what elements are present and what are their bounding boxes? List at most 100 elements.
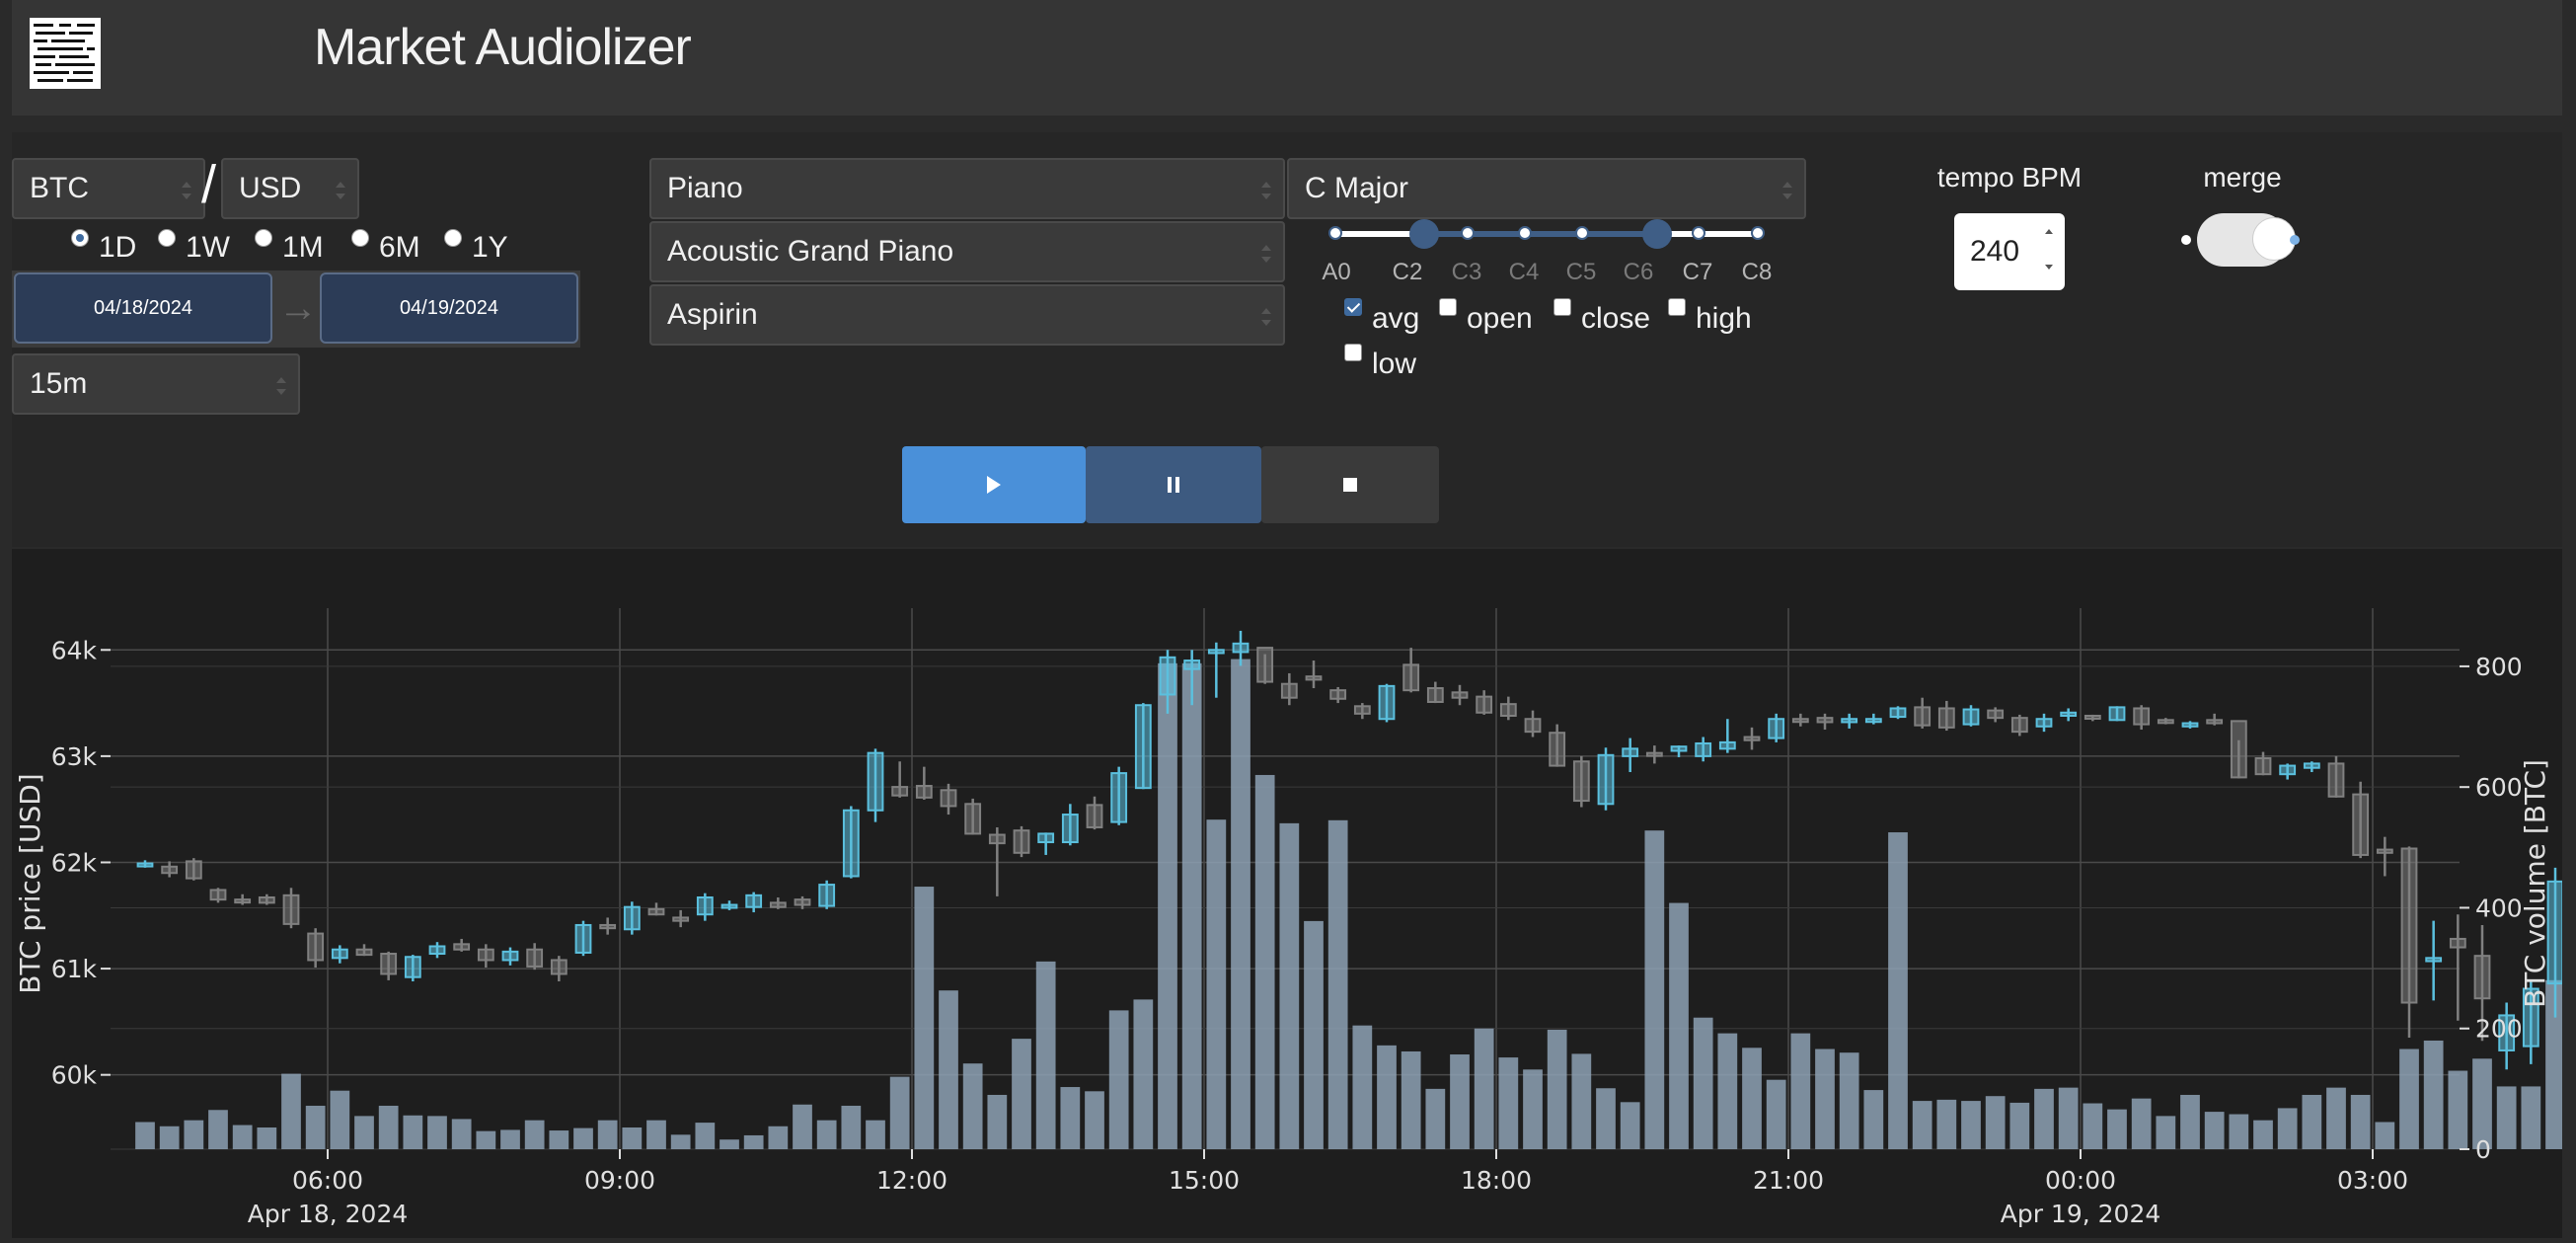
candle-body [1402,663,1420,692]
candle-body [1768,718,1785,739]
scale-select[interactable]: C Major [1287,158,1806,219]
quote-currency-select[interactable]: USD [221,158,359,219]
spin-up-icon[interactable] [2045,229,2053,234]
base-currency-select[interactable]: BTC [12,158,205,219]
volume-bar [2156,1116,2176,1149]
candle-body [1816,717,1834,724]
y2-axis-title: BTC volume [BTC] [2519,759,2551,1008]
style-select[interactable]: Aspirin [649,284,1285,346]
volume-bar [1863,1090,1884,1149]
candle-body [867,751,884,812]
volume-bar [1717,1033,1738,1149]
candle-body [2010,717,2028,734]
play-button[interactable] [902,446,1086,523]
note-label-c8: C8 [1741,259,1773,285]
x-tick-label: 18:00 [1461,1166,1532,1195]
volume-bar [2009,1102,2030,1149]
volume-bar [281,1073,301,1149]
volume-bar [1742,1048,1762,1149]
volume-bar [939,990,958,1149]
candle-body [526,948,544,968]
volume-bar [1352,1025,1373,1149]
spin-down-icon[interactable] [2045,265,2053,270]
volume-bar [1327,819,1348,1149]
candle-body [1329,689,1347,700]
volume-bar [1035,961,1056,1149]
slider-mark[interactable] [1518,226,1532,240]
volume-bar [1206,819,1227,1149]
candle-body [453,943,471,951]
checkbox[interactable] [1344,298,1362,316]
volume-bar [2131,1098,2152,1149]
price-volume-chart[interactable]: 60k 61k 62k 63k 64k 0 200 400 600 800 06:00 09:00 12… [12,549,2576,1238]
end-date-input[interactable]: 04/19/2024 [320,272,578,344]
radio-button[interactable] [255,229,272,247]
volume-bar [549,1130,569,1149]
candle-body [574,923,592,954]
note-label-c5: C5 [1565,259,1597,285]
candle-body [2352,793,2370,856]
candle-body [1426,687,1444,704]
instrument-select[interactable]: Acoustic Grand Piano [649,221,1285,282]
radio-button[interactable] [158,229,176,247]
volume-bar [1377,1045,1397,1149]
candle-body [1695,741,1712,757]
slider-mark[interactable] [1328,226,1342,240]
tempo-input[interactable]: 240 [1954,213,2065,290]
checkbox[interactable] [1668,298,1686,316]
pause-button[interactable] [1086,446,1261,523]
volume-bar [1401,1050,1421,1149]
volume-bar [841,1105,862,1149]
slider-handle-high[interactable] [1642,219,1672,249]
candle-body [1159,656,1176,696]
candle-body [1280,682,1298,699]
slider-handle-low[interactable] [1409,219,1439,249]
candle-body [818,884,836,907]
volume-bar [695,1123,716,1149]
volume-bar [1815,1049,1835,1149]
interval-value: 15m [30,367,88,400]
start-date-input[interactable]: 04/18/2024 [14,272,272,344]
candle-body [2254,757,2272,776]
radio-button[interactable] [351,229,369,247]
candle-body [1987,709,2005,720]
instrument-family-select[interactable]: Piano [649,158,1285,219]
volume-bar [1571,1053,1592,1149]
checkbox[interactable] [1553,298,1571,316]
radio-button[interactable] [444,229,462,247]
stop-button[interactable] [1261,446,1439,523]
volume-bar [1108,1010,1129,1149]
volume-bar [1596,1088,1616,1149]
note-label-c3: C3 [1451,259,1482,285]
pause-icon [1168,477,1179,493]
volume-bar [670,1134,691,1149]
checkbox[interactable] [1344,344,1362,361]
candle-body [647,907,665,916]
y2-tick-label: 200 [2475,1015,2523,1044]
slider-mark[interactable] [1751,226,1765,240]
volume-bar [1498,1057,1519,1149]
candle-body [1597,753,1615,806]
volume-bar [2375,1122,2395,1149]
volume-bar [2180,1094,2200,1149]
volume-bar [1936,1099,1957,1149]
volume-bar [159,1126,180,1149]
checkbox[interactable] [1439,298,1457,316]
radio-button[interactable] [71,229,89,247]
candle-body [1499,703,1517,717]
slider-mark[interactable] [1692,226,1705,240]
volume-bar [1085,1091,1104,1149]
select-caret-icon [1261,308,1271,326]
select-caret-icon [182,182,191,199]
candle-body [161,865,179,875]
volume-bar [2229,1114,2249,1149]
volume-bar [1961,1101,1981,1149]
x-tick-label: 09:00 [584,1166,655,1195]
select-caret-icon [1782,182,1792,199]
interval-select[interactable]: 15m [12,353,300,415]
volume-bar [330,1090,350,1149]
slider-mark[interactable] [1575,226,1589,240]
merge-label: merge [2203,162,2282,193]
slider-mark[interactable] [1461,226,1475,240]
volume-bar [135,1122,155,1149]
